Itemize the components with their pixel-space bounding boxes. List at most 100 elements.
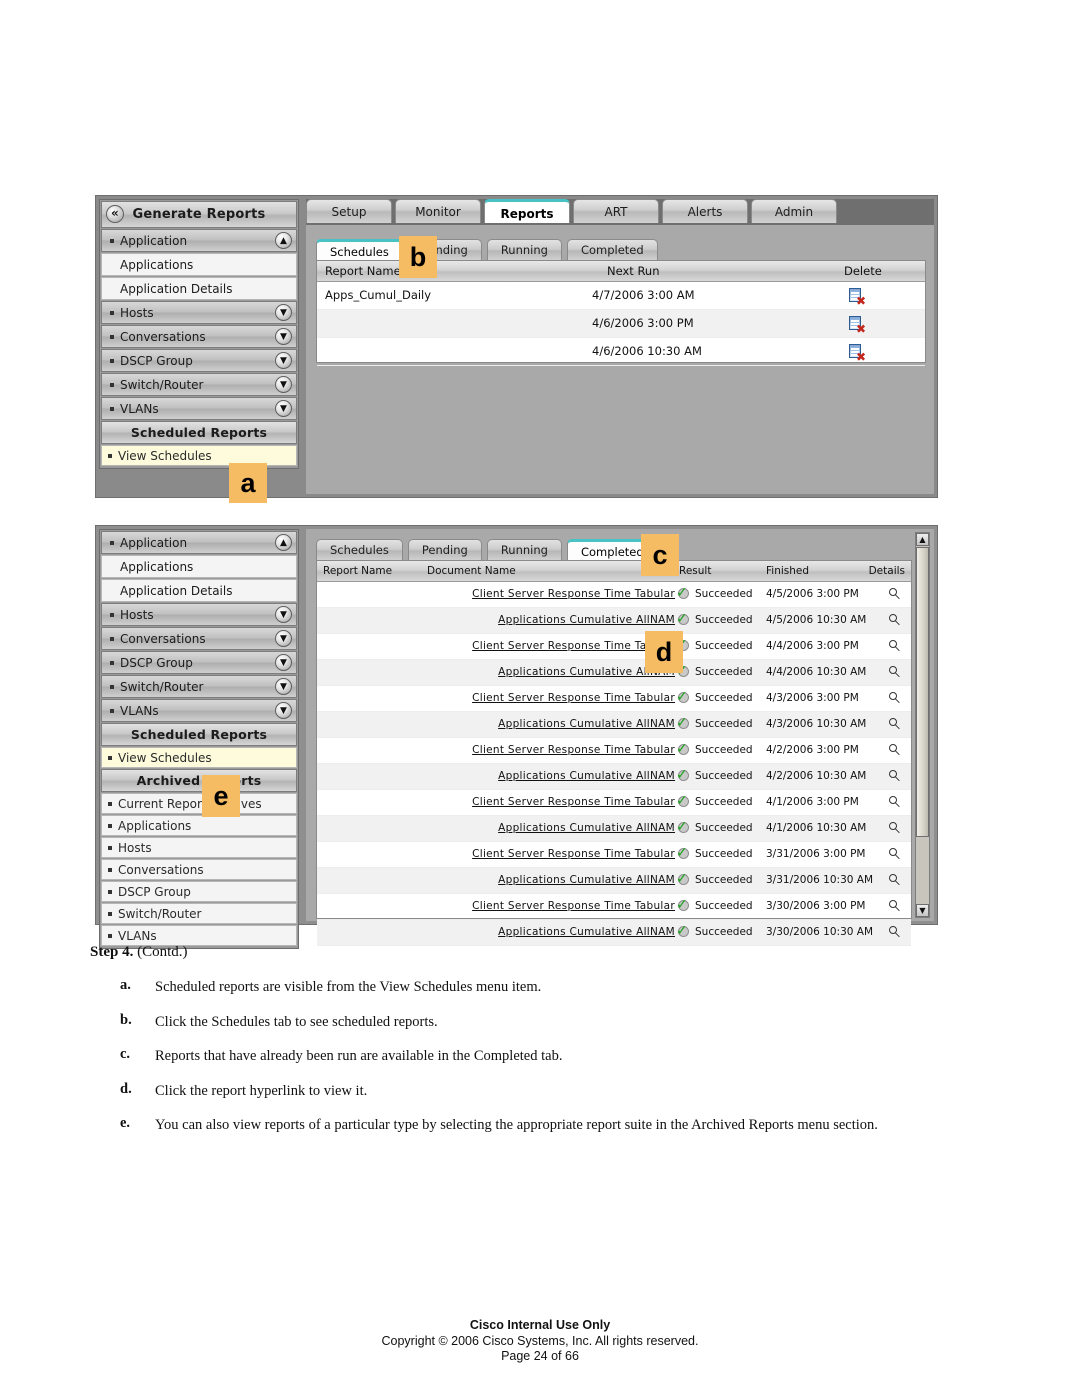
cell-document-name[interactable]: Client Server Response Time Tabular: [427, 686, 675, 711]
nav-group-vlans[interactable]: VLANs ▼: [101, 397, 297, 420]
cell-document-name[interactable]: Applications Cumulative AllNAM: [427, 660, 675, 685]
nav-item-applications[interactable]: Applications: [101, 555, 297, 578]
report-document-link[interactable]: Applications Cumulative AllNAM: [498, 874, 675, 886]
cell-details[interactable]: [889, 738, 901, 763]
subtab-completed[interactable]: Completed: [566, 239, 658, 260]
table-row[interactable]: 4/6/2006 10:30 AM ✖: [317, 338, 925, 366]
tab-admin[interactable]: Admin: [751, 199, 837, 223]
cell-details[interactable]: [889, 920, 901, 945]
cell-details[interactable]: [889, 894, 901, 919]
details-magnifier-icon[interactable]: [889, 718, 901, 730]
report-document-link[interactable]: Client Server Response Time Tabular: [472, 744, 675, 756]
nav-group-hosts[interactable]: Hosts ▼: [101, 603, 297, 626]
chevron-down-icon[interactable]: ▼: [275, 678, 292, 695]
table-row[interactable]: Applications Cumulative AllNAM✓Succeeded…: [317, 608, 911, 634]
scrollbar-thumb[interactable]: [916, 547, 929, 837]
report-document-link[interactable]: Applications Cumulative AllNAM: [498, 926, 675, 938]
table-row[interactable]: Client Server Response Time Tabular✓Succ…: [317, 842, 911, 868]
table-row[interactable]: Client Server Response Time Tabular✓Succ…: [317, 790, 911, 816]
nav-item-view-schedules[interactable]: View Schedules: [101, 445, 297, 466]
details-magnifier-icon[interactable]: [889, 874, 901, 886]
cell-document-name[interactable]: Applications Cumulative AllNAM: [427, 816, 675, 841]
scroll-up-icon[interactable]: ▲: [916, 533, 929, 546]
details-magnifier-icon[interactable]: [889, 640, 901, 652]
cell-document-name[interactable]: Client Server Response Time Tabular: [427, 582, 675, 607]
cell-details[interactable]: [889, 712, 901, 737]
cell-delete[interactable]: ✖: [849, 310, 866, 337]
nav-item-archived-switch-router[interactable]: Switch/Router: [101, 903, 297, 924]
cell-details[interactable]: [889, 764, 901, 789]
delete-report-icon[interactable]: ✖: [849, 315, 866, 335]
nav-group-application[interactable]: Application ▲: [101, 229, 297, 252]
chevron-up-icon[interactable]: ▲: [275, 232, 292, 249]
cell-details[interactable]: [889, 582, 901, 607]
cell-document-name[interactable]: Client Server Response Time Tabular: [427, 894, 675, 919]
nav-item-archived-hosts[interactable]: Hosts: [101, 837, 297, 858]
tab-alerts[interactable]: Alerts: [662, 199, 748, 223]
report-document-link[interactable]: Applications Cumulative AllNAM: [498, 822, 675, 834]
table-row[interactable]: 4/6/2006 3:00 PM ✖: [317, 310, 925, 338]
nav-group-hosts[interactable]: Hosts ▼: [101, 301, 297, 324]
cell-document-name[interactable]: Applications Cumulative AllNAM: [427, 868, 675, 893]
subtab-schedules[interactable]: Schedules: [316, 239, 403, 260]
table-row[interactable]: Applications Cumulative AllNAM✓Succeeded…: [317, 660, 911, 686]
report-document-link[interactable]: Applications Cumulative AllNAM: [498, 770, 675, 782]
nav-group-switch-router[interactable]: Switch/Router ▼: [101, 675, 297, 698]
nav-item-archived-applications[interactable]: Applications: [101, 815, 297, 836]
details-magnifier-icon[interactable]: [889, 588, 901, 600]
cell-details[interactable]: [889, 686, 901, 711]
details-magnifier-icon[interactable]: [889, 666, 901, 678]
cell-document-name[interactable]: Applications Cumulative AllNAM: [427, 608, 675, 633]
delete-report-icon[interactable]: ✖: [849, 343, 866, 363]
cell-document-name[interactable]: Client Server Response Time Tabular: [427, 790, 675, 815]
table-row[interactable]: Applications Cumulative AllNAM✓Succeeded…: [317, 764, 911, 790]
report-document-link[interactable]: Client Server Response Time Tabular: [472, 588, 675, 600]
cell-details[interactable]: [889, 608, 901, 633]
collapse-left-icon[interactable]: [106, 204, 124, 223]
chevron-down-icon[interactable]: ▼: [275, 400, 292, 417]
nav-group-conversations[interactable]: Conversations ▼: [101, 325, 297, 348]
details-magnifier-icon[interactable]: [889, 692, 901, 704]
table-row[interactable]: Applications Cumulative AllNAM✓Succeeded…: [317, 868, 911, 894]
nav-item-view-schedules[interactable]: View Schedules: [101, 747, 297, 768]
subtab-running[interactable]: Running: [486, 539, 562, 560]
chevron-down-icon[interactable]: ▼: [275, 352, 292, 369]
table-row[interactable]: Applications Cumulative AllNAM✓Succeeded…: [317, 816, 911, 842]
cell-document-name[interactable]: Applications Cumulative AllNAM: [427, 764, 675, 789]
table-row[interactable]: Client Server Response Time Tabular✓Succ…: [317, 582, 911, 608]
report-document-link[interactable]: Applications Cumulative AllNAM: [498, 614, 675, 626]
cell-document-name[interactable]: Client Server Response Time Tabular: [427, 842, 675, 867]
table-row[interactable]: Client Server Response Time Tabular✓Succ…: [317, 634, 911, 660]
chevron-down-icon[interactable]: ▼: [275, 376, 292, 393]
chevron-up-icon[interactable]: ▲: [275, 534, 292, 551]
details-magnifier-icon[interactable]: [889, 614, 901, 626]
subtab-schedules[interactable]: Schedules: [316, 539, 403, 560]
chevron-down-icon[interactable]: ▼: [275, 304, 292, 321]
tab-monitor[interactable]: Monitor: [395, 199, 481, 223]
nav-item-archived-vlans[interactable]: VLANs: [101, 925, 297, 946]
cell-details[interactable]: [889, 868, 901, 893]
nav-item-applications[interactable]: Applications: [101, 253, 297, 276]
cell-delete[interactable]: ✖: [849, 338, 866, 365]
details-magnifier-icon[interactable]: [889, 900, 901, 912]
table-row[interactable]: Applications Cumulative AllNAM✓Succeeded…: [317, 712, 911, 738]
chevron-down-icon[interactable]: ▼: [275, 606, 292, 623]
table-row[interactable]: Applications Cumulative AllNAM✓Succeeded…: [317, 920, 911, 946]
vertical-scrollbar[interactable]: ▲ ▼: [915, 532, 930, 918]
report-document-link[interactable]: Applications Cumulative AllNAM: [498, 718, 675, 730]
chevron-down-icon[interactable]: ▼: [275, 654, 292, 671]
table-row[interactable]: Apps_Cumul_Daily 4/7/2006 3:00 AM ✖: [317, 282, 925, 310]
report-document-link[interactable]: Client Server Response Time Tabular: [472, 692, 675, 704]
details-magnifier-icon[interactable]: [889, 796, 901, 808]
tab-reports[interactable]: Reports: [484, 199, 570, 223]
subtab-pending[interactable]: Pending: [407, 539, 482, 560]
details-magnifier-icon[interactable]: [889, 822, 901, 834]
table-row[interactable]: Client Server Response Time Tabular✓Succ…: [317, 738, 911, 764]
report-document-link[interactable]: Client Server Response Time Tabular: [472, 848, 675, 860]
cell-delete[interactable]: ✖: [849, 282, 866, 309]
nav-item-current-report-archives[interactable]: Current Report Archives: [101, 793, 297, 814]
details-magnifier-icon[interactable]: [889, 848, 901, 860]
nav-group-switch-router[interactable]: Switch/Router ▼: [101, 373, 297, 396]
cell-document-name[interactable]: Client Server Response Time Tabular: [427, 738, 675, 763]
nav-group-application[interactable]: Application ▲: [101, 531, 297, 554]
